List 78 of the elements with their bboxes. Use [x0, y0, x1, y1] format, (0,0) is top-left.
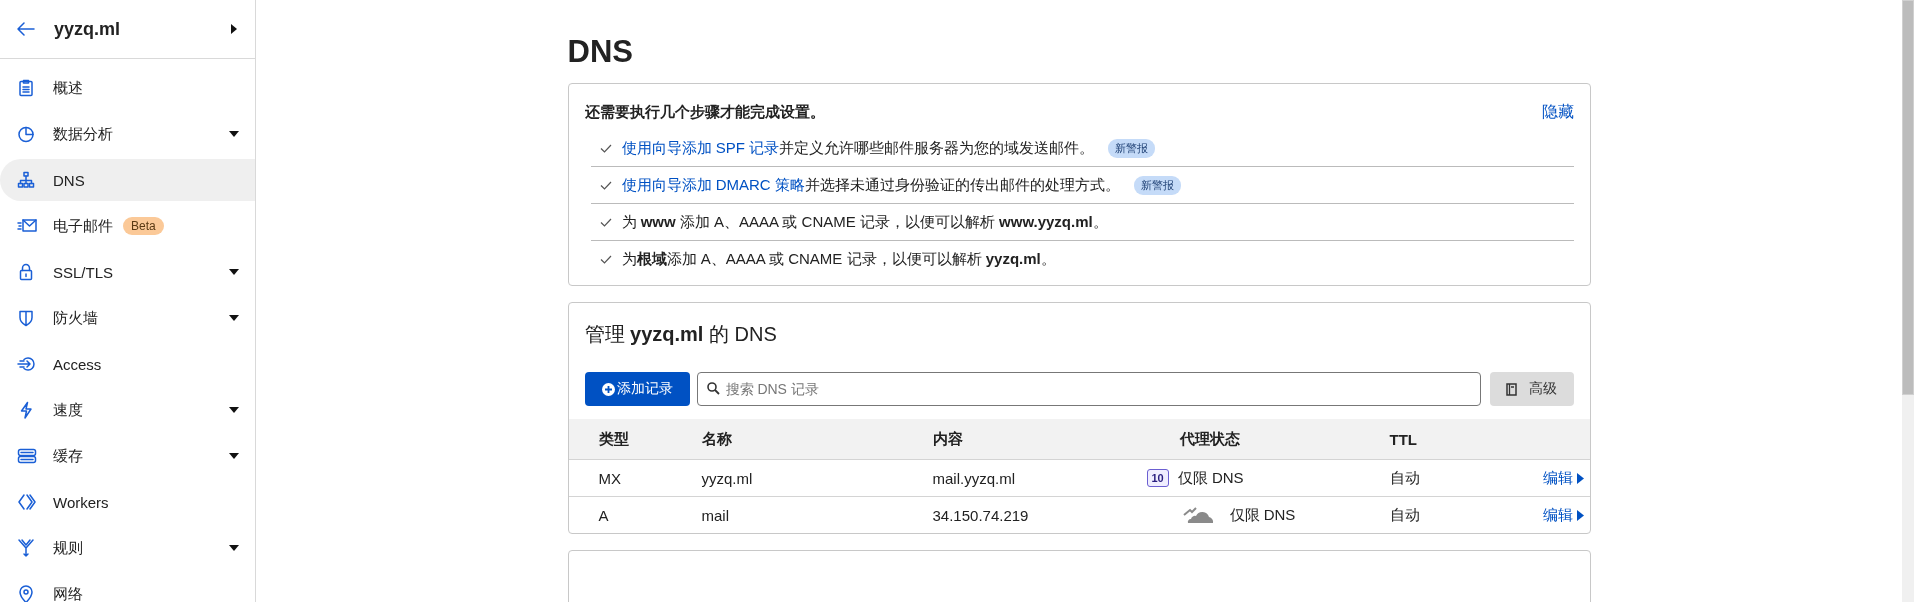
sidebar-item-label: 速度 — [53, 400, 83, 420]
column-header: TTL — [1389, 430, 1418, 448]
back-arrow-icon[interactable] — [17, 22, 35, 36]
add-record-button[interactable]: 添加记录 — [584, 372, 690, 406]
sidebar-item[interactable]: Access — [0, 343, 255, 385]
column-header: 名称 — [701, 429, 733, 449]
step-text: 为根域添加 A、AAAA 或 CNAME 记录，以便可以解析 yyzq.ml。 — [621, 249, 1056, 269]
sidebar-item[interactable]: Workers — [0, 481, 255, 523]
sidebar-item[interactable]: 概述 — [0, 67, 255, 109]
caret-right-icon — [1576, 472, 1584, 484]
step-text: 使用向导添加 DMARC 策略并选择未通过身份验证的传出邮件的处理方式。 — [621, 175, 1120, 195]
table-cell-text: mail — [701, 506, 730, 524]
table-cell-text: 自动 — [1389, 505, 1421, 525]
setup-heading: 还需要执行几个步骤才能完成设置。 — [584, 102, 825, 122]
edit-link[interactable]: 编辑 — [1542, 468, 1584, 488]
column-header: 代理状态 — [1178, 429, 1241, 449]
proxy-status-text: 仅限 DNS — [1229, 505, 1296, 525]
domain-name[interactable]: yyzq.ml — [54, 18, 231, 40]
proxy-status-text: 仅限 DNS — [1177, 468, 1244, 488]
wizard-link[interactable]: 使用向导添加 SPF 记录 — [621, 138, 779, 156]
table-cell-text: A — [598, 506, 610, 524]
sidebar-item[interactable]: DNS — [0, 159, 255, 201]
step-text: 为 www 添加 A、AAAA 或 CNAME 记录，以便可以解析 www.yyzq.ml。 — [621, 212, 1108, 232]
wizard-link[interactable]: 使用向导添加 DMARC 策略 — [621, 175, 805, 193]
sidebar-item[interactable]: 数据分析 — [0, 113, 255, 155]
page-title: DNS — [567, 36, 634, 67]
column-header: 类型 — [598, 429, 630, 449]
table-cell-text: 34.150.74.219 — [932, 506, 1030, 524]
sidebar-item-label: Access — [53, 355, 102, 373]
scrollbar[interactable] — [1902, 0, 1914, 602]
sidebar-item-label: Workers — [53, 493, 109, 511]
table-cell-text: yyzq.ml — [701, 469, 754, 487]
sidebar-item[interactable]: 防火墙 — [0, 297, 255, 339]
plus-circle-icon — [601, 382, 615, 396]
priority-badge: 10 — [1146, 469, 1169, 487]
edit-link[interactable]: 编辑 — [1542, 505, 1584, 525]
dns-card-title: 管理 yyzq.ml 的 DNS — [583, 322, 778, 347]
sidebar-item[interactable]: 电子邮件 Beta — [0, 205, 255, 247]
sidebar-item-label: 规则 — [53, 538, 83, 558]
new-alert-badge: 新警报 — [1108, 138, 1155, 158]
scrollbar-thumb[interactable] — [1902, 0, 1914, 395]
sidebar-item[interactable]: SSL/TLS — [0, 251, 255, 293]
sidebar-item-label: 电子邮件 — [53, 216, 113, 236]
book-icon — [1506, 382, 1517, 396]
server-icon — [17, 446, 37, 466]
sidebar-item-label: 防火墙 — [53, 308, 98, 328]
funnel-icon — [17, 538, 37, 558]
step-text: 使用向导添加 SPF 记录并定义允许哪些邮件服务器为您的域发送邮件。 — [621, 138, 1094, 158]
sidebar-item-label: 概述 — [53, 78, 83, 98]
sidebar-item[interactable]: 速度 — [0, 389, 255, 431]
check-icon — [599, 254, 612, 264]
sidebar-item-label: 网络 — [53, 584, 83, 602]
sidebar-item[interactable]: 缓存 — [0, 435, 255, 477]
caret-icon[interactable] — [231, 24, 237, 34]
sidebar-item-label: 数据分析 — [53, 124, 113, 144]
hide-link[interactable]: 隐藏 — [1541, 101, 1574, 123]
column-header: 内容 — [932, 429, 964, 449]
sidebar-item[interactable]: 网络 — [0, 573, 255, 602]
table-cell-text: 自动 — [1389, 468, 1421, 488]
check-icon — [599, 217, 612, 227]
beta-badge: Beta — [123, 217, 164, 235]
chevrons-icon — [17, 492, 37, 512]
sidebar-item-label: SSL/TLS — [53, 263, 114, 281]
caret-right-icon — [1576, 509, 1584, 521]
search-field[interactable]: 搜索 DNS 记录 — [696, 372, 1481, 406]
new-alert-badge: 新警报 — [1133, 175, 1181, 195]
table-cell-text: mail.yyzq.ml — [932, 469, 1016, 487]
search-icon — [706, 382, 720, 395]
sidebar-item[interactable]: 规则 — [0, 527, 255, 569]
sidebar-item-label: DNS — [53, 171, 85, 189]
network-icon — [17, 170, 37, 190]
advanced-button[interactable]: 高级 — [1489, 372, 1574, 406]
table-cell-text: MX — [598, 469, 622, 487]
check-icon — [599, 143, 612, 153]
check-icon — [599, 180, 612, 190]
pie-chart-icon — [17, 124, 37, 144]
sign-in-icon — [17, 354, 37, 374]
sidebar-item-label: 缓存 — [53, 446, 83, 466]
